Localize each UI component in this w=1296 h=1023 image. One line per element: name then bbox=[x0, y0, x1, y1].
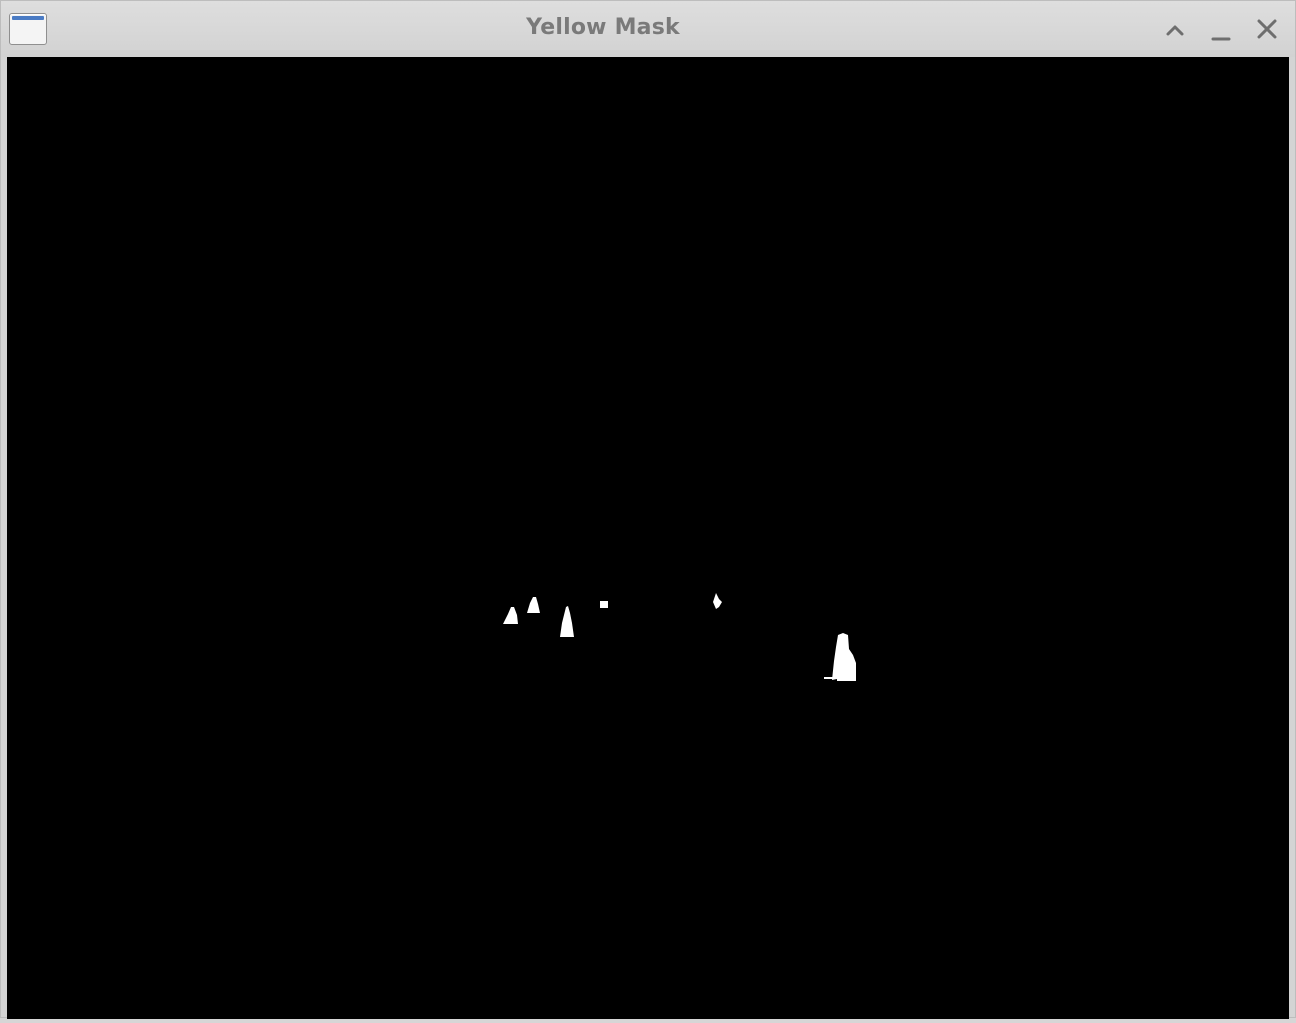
mask-image-canvas bbox=[7, 57, 1289, 1019]
close-button[interactable] bbox=[1253, 15, 1281, 43]
minimize-button[interactable] bbox=[1207, 15, 1235, 43]
chevron-up-icon bbox=[1166, 25, 1184, 36]
mask-background bbox=[7, 57, 1289, 1019]
mask-blob bbox=[600, 601, 608, 608]
minimize-icon bbox=[1211, 37, 1231, 41]
mask-blob bbox=[824, 677, 838, 679]
yellow-mask-window: Yellow Mask bbox=[0, 0, 1296, 1019]
window-title: Yellow Mask bbox=[526, 15, 680, 40]
shade-button[interactable] bbox=[1161, 15, 1189, 43]
mask-image bbox=[7, 57, 1289, 1019]
close-icon bbox=[1257, 19, 1277, 39]
title-bar[interactable]: Yellow Mask bbox=[1, 1, 1295, 57]
